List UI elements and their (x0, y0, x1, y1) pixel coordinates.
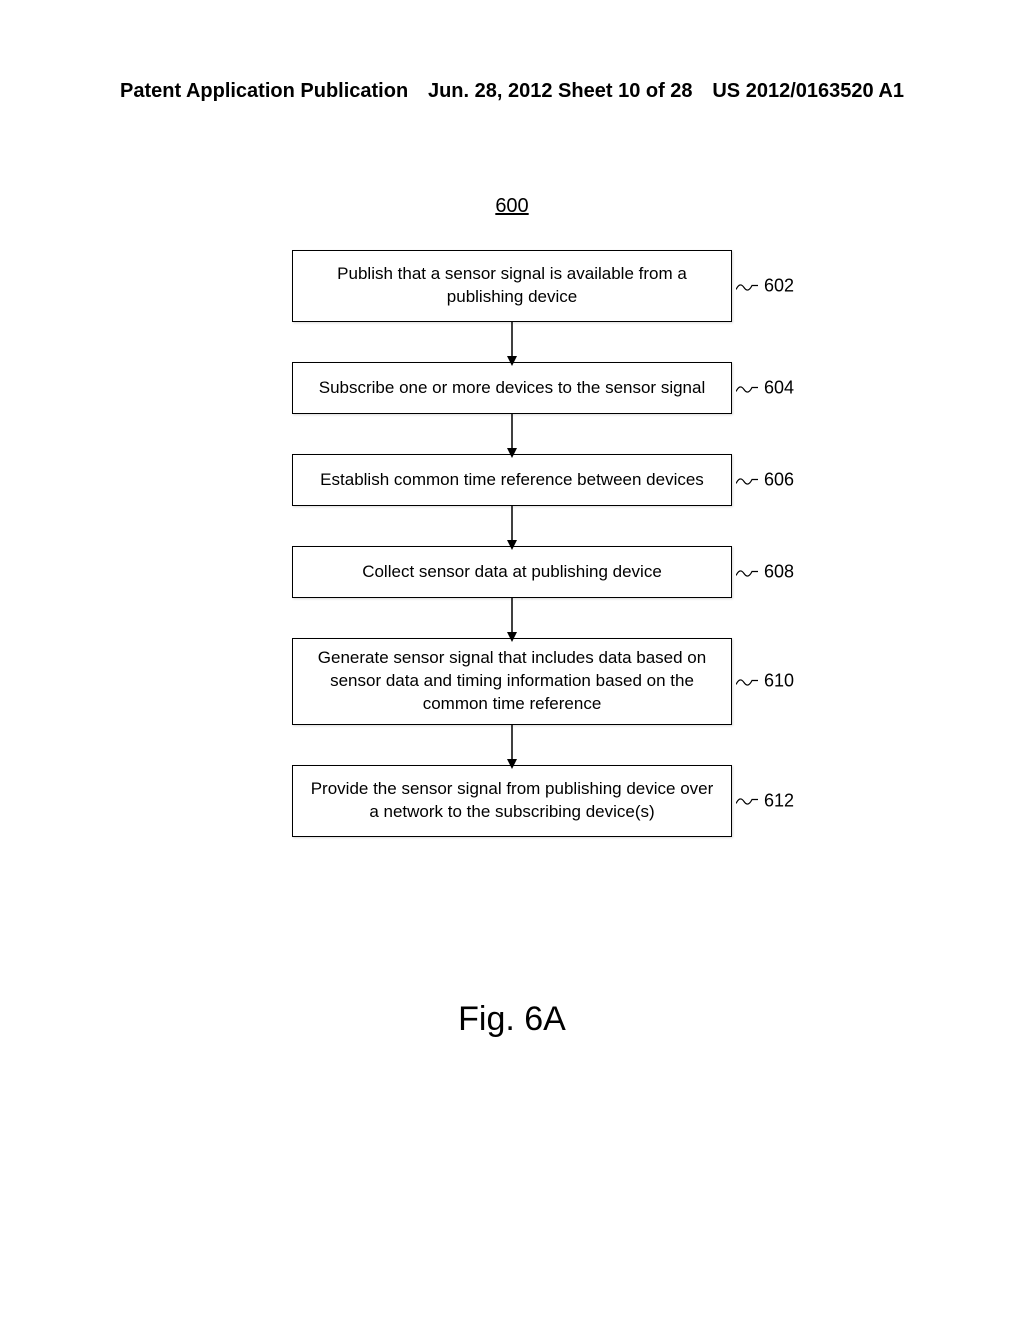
step-text: Subscribe one or more devices to the sen… (319, 377, 705, 400)
figure-caption: Fig. 6A (458, 1000, 566, 1039)
step-text: Establish common time reference between … (320, 469, 704, 492)
flowchart-arrow (511, 725, 513, 765)
figure-reference-number: 600 (495, 195, 528, 218)
step-box: Collect sensor data at publishing device (292, 546, 732, 598)
flowchart-arrow (511, 506, 513, 546)
squiggle-connector-icon (736, 674, 758, 688)
flowchart-arrow (511, 414, 513, 454)
step-text: Publish that a sensor signal is availabl… (307, 263, 717, 309)
step-label: 606 (736, 470, 794, 491)
flowchart-step: Collect sensor data at publishing device… (292, 546, 732, 598)
step-label-text: 606 (764, 470, 794, 491)
step-label-text: 610 (764, 671, 794, 692)
header-publication-number: US 2012/0163520 A1 (712, 80, 904, 103)
flowchart-arrow (511, 322, 513, 362)
flowchart-step: Generate sensor signal that includes dat… (292, 638, 732, 725)
squiggle-connector-icon (736, 565, 758, 579)
arrow-down-icon (504, 414, 520, 458)
step-label-text: 612 (764, 790, 794, 811)
header-publication-type: Patent Application Publication (120, 80, 408, 103)
arrow-down-icon (504, 725, 520, 769)
squiggle-connector-icon (736, 279, 758, 293)
step-text: Generate sensor signal that includes dat… (307, 647, 717, 716)
step-label: 602 (736, 276, 794, 297)
arrow-down-icon (504, 506, 520, 550)
step-label-text: 602 (764, 276, 794, 297)
flowchart-step: Establish common time reference between … (292, 454, 732, 506)
flowchart-step: Provide the sensor signal from publishin… (292, 765, 732, 837)
step-label-text: 608 (764, 562, 794, 583)
step-label-text: 604 (764, 378, 794, 399)
page-header: Patent Application Publication Jun. 28, … (0, 80, 1024, 103)
header-date-sheet: Jun. 28, 2012 Sheet 10 of 28 (428, 80, 693, 103)
step-text: Collect sensor data at publishing device (362, 561, 662, 584)
flowchart-step: Publish that a sensor signal is availabl… (292, 250, 732, 322)
flowchart-arrow (511, 598, 513, 638)
flowchart-step: Subscribe one or more devices to the sen… (292, 362, 732, 414)
squiggle-connector-icon (736, 473, 758, 487)
squiggle-connector-icon (736, 381, 758, 395)
step-label: 608 (736, 562, 794, 583)
step-box: Generate sensor signal that includes dat… (292, 638, 732, 725)
flowchart-container: Publish that a sensor signal is availabl… (232, 250, 792, 837)
step-label: 612 (736, 790, 794, 811)
step-box: Establish common time reference between … (292, 454, 732, 506)
step-label: 604 (736, 378, 794, 399)
arrow-down-icon (504, 322, 520, 366)
step-label: 610 (736, 671, 794, 692)
step-box: Provide the sensor signal from publishin… (292, 765, 732, 837)
step-box: Subscribe one or more devices to the sen… (292, 362, 732, 414)
step-box: Publish that a sensor signal is availabl… (292, 250, 732, 322)
squiggle-connector-icon (736, 794, 758, 808)
arrow-down-icon (504, 598, 520, 642)
step-text: Provide the sensor signal from publishin… (307, 778, 717, 824)
